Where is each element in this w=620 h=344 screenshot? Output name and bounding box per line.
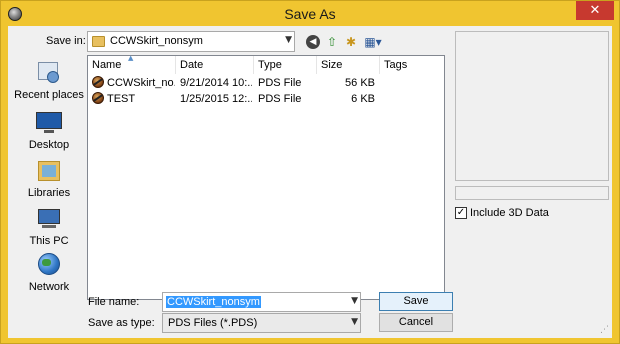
- file-name-label: File name:: [88, 296, 140, 308]
- place-label: This PC: [29, 235, 69, 247]
- preview-status-bar: [455, 186, 609, 200]
- new-folder-icon[interactable]: ✱: [344, 35, 358, 49]
- column-label: Date: [180, 59, 204, 71]
- file-name: TEST: [107, 93, 136, 105]
- column-label: Name: [92, 59, 122, 71]
- pds-file-icon: [92, 76, 104, 88]
- save-in-label: Save in:: [46, 35, 86, 47]
- file-name-value: CCWSkirt_nonsym: [166, 296, 261, 308]
- column-label: Size: [321, 59, 343, 71]
- title-bar[interactable]: Save As ✕: [1, 1, 619, 27]
- file-date: 1/25/2015 12:...: [180, 93, 252, 105]
- file-name: CCWSkirt_no...: [107, 77, 175, 89]
- file-row[interactable]: TEST 1/25/2015 12:... PDS File 6 KB: [88, 91, 444, 107]
- save-button[interactable]: Save: [379, 292, 453, 311]
- place-desktop[interactable]: Desktop: [13, 109, 85, 151]
- window-title: Save As: [284, 6, 336, 22]
- preview-pane: [455, 31, 609, 181]
- chevron-down-icon[interactable]: ▼: [351, 317, 358, 327]
- save-in-dropdown[interactable]: CCWSkirt_nonsym ▼: [87, 31, 295, 52]
- recent-places-icon: [36, 59, 62, 85]
- file-size: 56 KB: [345, 77, 375, 89]
- places-bar: Recent places Desktop Libraries This PC …: [13, 55, 85, 299]
- close-button[interactable]: ✕: [576, 1, 614, 20]
- place-label: Recent places: [14, 89, 84, 101]
- network-icon: [36, 251, 62, 277]
- libraries-icon: [36, 157, 62, 183]
- save-as-dialog: Save As ✕ Save in: CCWSkirt_nonsym ▼ ◀ ⇧…: [0, 0, 620, 344]
- sort-ascending-icon: ▲: [128, 54, 134, 62]
- save-in-value: CCWSkirt_nonsym: [110, 35, 203, 47]
- place-label: Libraries: [27, 187, 71, 199]
- file-size: 6 KB: [351, 93, 375, 105]
- column-header-size[interactable]: Size: [317, 56, 380, 74]
- place-label: Network: [28, 281, 70, 293]
- save-as-type-value: PDS Files (*.PDS): [168, 317, 258, 329]
- desktop-icon: [36, 109, 62, 135]
- file-type: PDS File: [258, 77, 302, 89]
- chevron-down-icon[interactable]: ▼: [351, 296, 358, 306]
- column-label: Tags: [384, 59, 408, 71]
- place-network[interactable]: Network: [13, 251, 85, 293]
- column-header-type[interactable]: Type: [254, 56, 317, 74]
- folder-icon: [92, 36, 105, 47]
- file-name-input[interactable]: CCWSkirt_nonsym ▼: [162, 292, 361, 312]
- dialog-body: Save in: CCWSkirt_nonsym ▼ ◀ ⇧ ✱ ▦▾ Rece…: [8, 26, 612, 338]
- resize-grip-icon[interactable]: ⋰: [600, 325, 609, 335]
- save-as-type-dropdown[interactable]: PDS Files (*.PDS) ▼: [162, 313, 361, 333]
- chevron-down-icon[interactable]: ▼: [285, 35, 292, 45]
- include-3d-checkbox[interactable]: ✓: [455, 207, 467, 219]
- view-menu-icon[interactable]: ▦▾: [362, 35, 384, 49]
- up-folder-icon[interactable]: ⇧: [325, 35, 339, 49]
- column-label: Type: [258, 59, 282, 71]
- cancel-button[interactable]: Cancel: [379, 313, 453, 332]
- pds-file-icon: [92, 92, 104, 104]
- save-as-type-label: Save as type:: [88, 317, 155, 329]
- back-icon[interactable]: ◀: [306, 35, 320, 49]
- column-header-date[interactable]: Date: [176, 56, 254, 74]
- file-date: 9/21/2014 10:...: [180, 77, 252, 89]
- file-list[interactable]: Name ▲ Date Type Size Tags CCWSkirt_no..…: [87, 54, 445, 300]
- column-header-tags[interactable]: Tags: [380, 56, 444, 74]
- include-3d-label: Include 3D Data: [470, 207, 549, 219]
- column-header-name[interactable]: Name ▲: [88, 54, 176, 74]
- file-row[interactable]: CCWSkirt_no... 9/21/2014 10:... PDS File…: [88, 75, 444, 91]
- place-libraries[interactable]: Libraries: [13, 157, 85, 199]
- place-label: Desktop: [28, 139, 70, 151]
- this-pc-icon: [36, 205, 62, 231]
- file-type: PDS File: [258, 93, 302, 105]
- place-recent-places[interactable]: Recent places: [13, 59, 85, 101]
- place-this-pc[interactable]: This PC: [13, 205, 85, 247]
